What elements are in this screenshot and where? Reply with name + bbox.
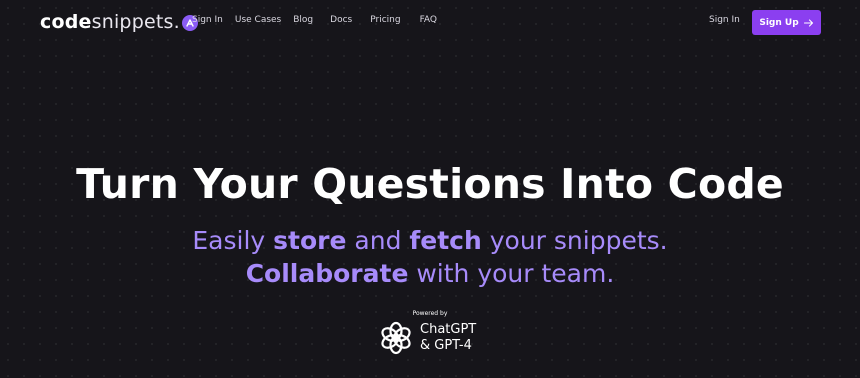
tagline-text: and	[346, 226, 410, 255]
tagline-highlight-collaborate: Collaborate	[245, 259, 409, 288]
top-navigation: code snippets. Sign In Use Cases Blog Doc…	[0, 0, 860, 44]
model-chatgpt: ChatGPT	[420, 322, 477, 337]
arrow-right-icon	[803, 18, 813, 27]
sign-in-link[interactable]: Sign In	[709, 15, 740, 25]
nav-link-faq[interactable]: FAQ	[420, 15, 437, 25]
tagline-highlight-store: store	[273, 226, 347, 255]
brand-dot: .	[173, 11, 180, 33]
sign-up-button[interactable]: Sign Up	[752, 10, 821, 35]
hero-title: Turn Your Questions Into Code	[76, 160, 784, 208]
nav-link-blog[interactable]: Blog	[293, 15, 313, 25]
openai-model-names: ChatGPT & GPT-4	[420, 322, 476, 354]
brand-logo[interactable]: code snippets.	[40, 11, 198, 33]
brand-name-light: snippets	[91, 11, 174, 33]
nav-links: Sign In Use Cases Blog Docs Pricing FAQ	[192, 15, 437, 25]
nav-link-use-cases[interactable]: Use Cases	[235, 15, 281, 25]
nav-link-sign-in[interactable]: Sign In	[192, 15, 223, 25]
tagline-highlight-fetch: fetch	[409, 226, 482, 255]
sign-up-label: Sign Up	[759, 17, 799, 28]
tagline-line-2: Collaborate with your team.	[0, 259, 860, 288]
nav-link-docs[interactable]: Docs	[330, 15, 352, 25]
tagline-text: Easily	[192, 226, 274, 255]
tagline-line-1: Easily store and fetch your snippets.	[0, 226, 860, 255]
openai-logo-icon	[381, 321, 411, 355]
tagline-text: your snippets.	[481, 226, 668, 255]
tagline-text: with your team.	[408, 259, 615, 288]
nav-link-pricing[interactable]: Pricing	[370, 15, 400, 25]
powered-by-label: Powered by	[412, 310, 448, 317]
powered-by-openai: ChatGPT & GPT-4	[378, 320, 476, 356]
model-gpt4: & GPT-4	[420, 338, 472, 353]
brand-name-bold: code	[40, 11, 92, 33]
